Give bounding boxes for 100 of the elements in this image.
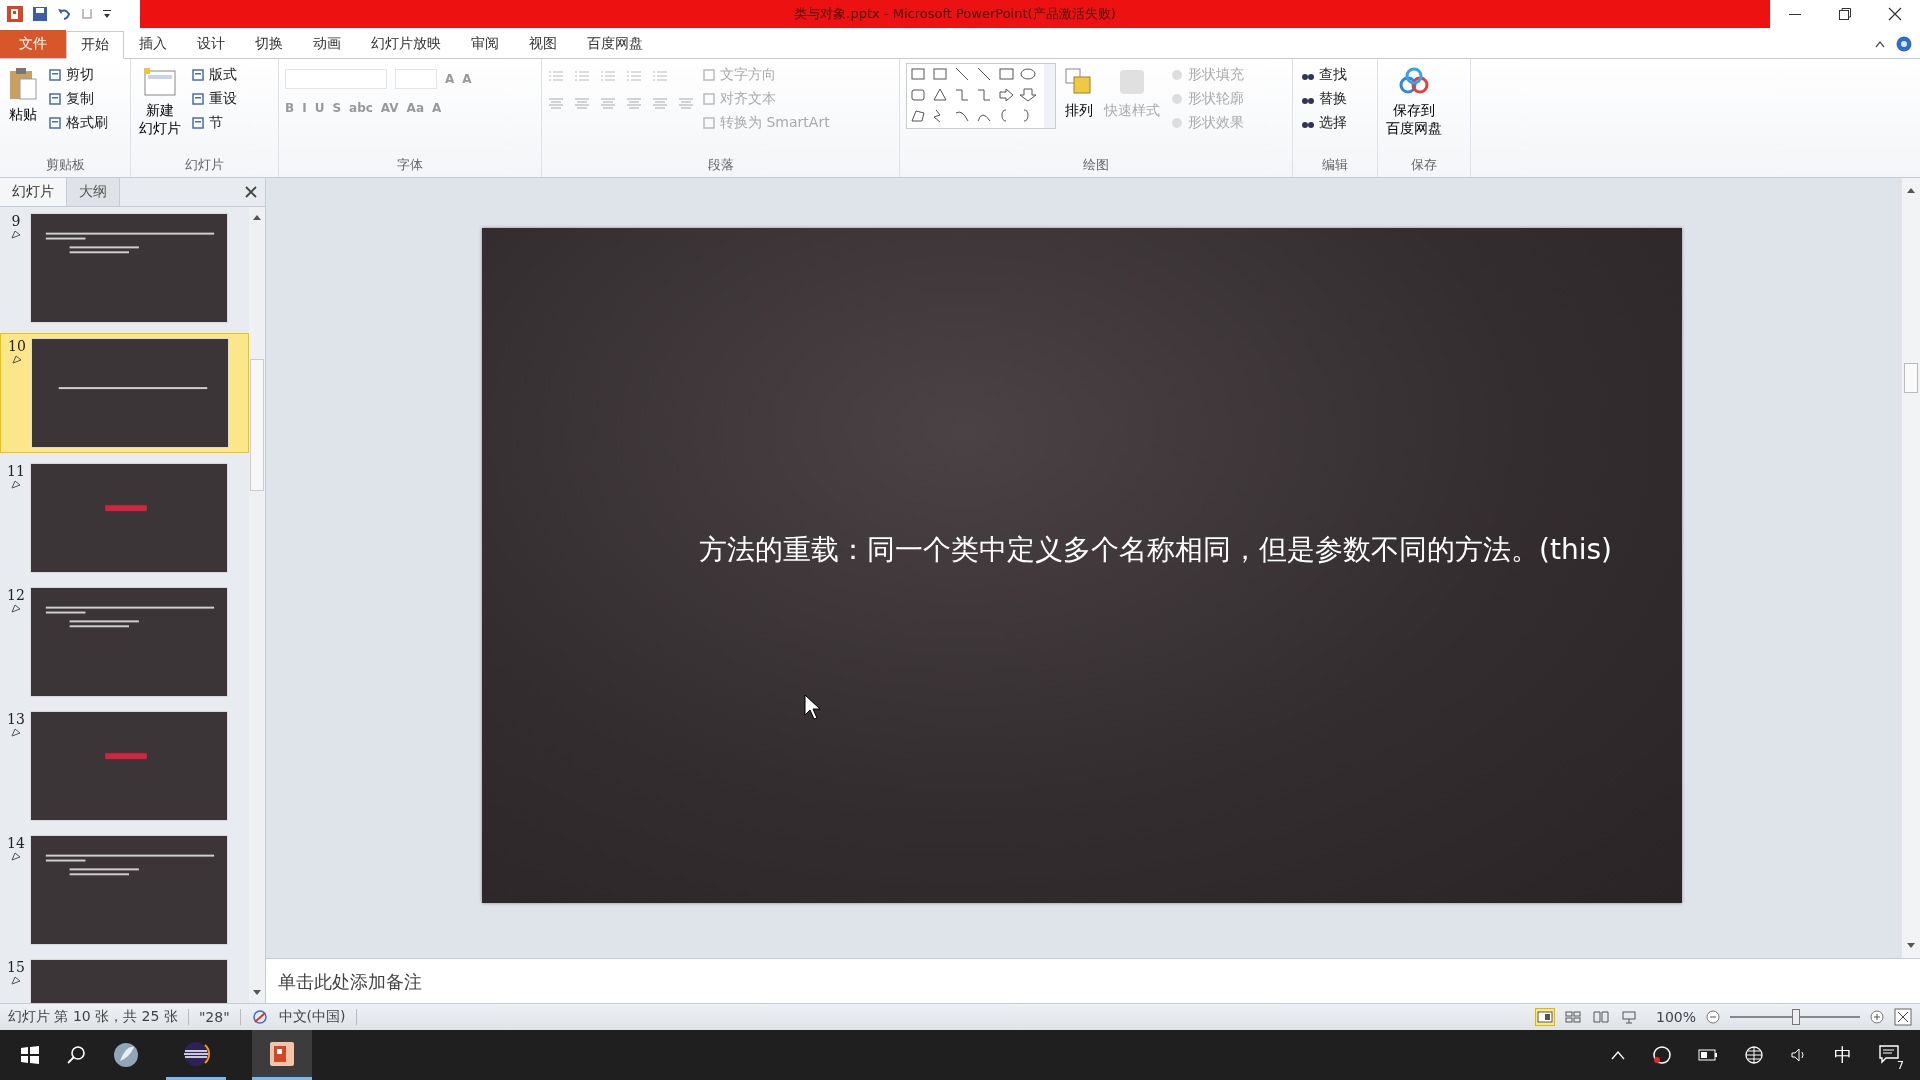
slide-number: 13 — [7, 711, 25, 727]
panel-tab[interactable]: 大纲 — [67, 178, 120, 206]
ribbon-button[interactable]: 替换 — [1299, 89, 1349, 109]
ribbon-tab[interactable]: 开始 — [66, 31, 124, 59]
command-icon — [48, 92, 62, 106]
zoom-level[interactable]: 100% — [1655, 1009, 1696, 1025]
spelling-icon[interactable] — [250, 1010, 269, 1024]
scroll-down-icon[interactable] — [252, 989, 262, 997]
slide-row[interactable]: 14 — [0, 831, 249, 949]
clipboard-icon — [8, 67, 38, 101]
file-tab[interactable]: 文件 — [0, 30, 66, 58]
group-label: 幻灯片 — [184, 156, 225, 174]
command-icon — [1170, 92, 1184, 106]
selected-slide-row[interactable]: 10 — [0, 333, 249, 453]
large-ribbon-button[interactable]: 排列 — [1062, 63, 1096, 123]
ribbon-tab[interactable]: 切换 — [240, 30, 298, 58]
window-title: 类与对象.pptx - Microsoft PowerPoint(产品激活失败) — [794, 5, 1116, 23]
large-ribbon-button[interactable]: 保存到 百度网盘 — [1384, 63, 1444, 141]
ribbon-tab[interactable]: 插入 — [124, 30, 182, 58]
quick-styles-icon — [1117, 67, 1147, 97]
zoom-slider-thumb[interactable] — [1792, 1009, 1800, 1025]
group-label: 段落 — [706, 156, 735, 174]
command-icon — [191, 116, 205, 130]
slide-thumbnail[interactable] — [31, 338, 229, 448]
mouse-pointer-icon — [804, 694, 822, 720]
close-icon[interactable] — [245, 186, 257, 198]
large-ribbon-button[interactable]: 粘贴 — [6, 63, 40, 127]
command-icon — [48, 116, 62, 130]
restore-icon[interactable] — [1838, 7, 1852, 21]
ribbon-button[interactable]: 复制 — [46, 89, 110, 109]
input-method-label[interactable]: 中 — [1834, 1043, 1852, 1067]
slide-row[interactable]: 11 — [0, 459, 249, 577]
scroll-thumb[interactable] — [250, 359, 264, 491]
slide-count: 幻灯片 第 10 张，共 25 张 — [8, 1008, 178, 1026]
slide-text: 方法的重载：同一个类中定义多个名称相同，但是参数不同的方法。(this) — [699, 531, 1612, 568]
command-icon — [191, 92, 205, 106]
close-icon[interactable] — [1888, 7, 1902, 21]
ribbon-tab[interactable]: 设计 — [182, 30, 240, 58]
slide-row[interactable]: 9 — [0, 209, 249, 327]
zoom-in-icon[interactable] — [1870, 1010, 1884, 1024]
large-ribbon-button[interactable]: 新建 幻灯片 — [137, 63, 183, 141]
slide-thumbnail[interactable] — [30, 463, 228, 573]
slideshow-icon[interactable] — [1619, 1009, 1638, 1025]
fit-to-window-icon[interactable] — [1894, 1008, 1912, 1026]
notes-field[interactable]: 单击此处添加备注 — [266, 958, 1920, 1003]
tray-app-icon[interactable] — [1652, 1045, 1672, 1065]
undo-icon[interactable] — [56, 6, 72, 22]
battery-icon[interactable] — [1698, 1048, 1718, 1062]
book-icon[interactable] — [1591, 1009, 1610, 1025]
ribbon-button[interactable]: 节 — [189, 113, 239, 133]
slide-thumbnail[interactable] — [30, 587, 228, 697]
grid-view-icon[interactable] — [1563, 1009, 1582, 1025]
notification-icon[interactable] — [1878, 1042, 1900, 1065]
windows-start-icon[interactable] — [20, 1045, 40, 1065]
ribbon-button[interactable]: 版式 — [189, 65, 239, 85]
ribbon-button[interactable]: 格式刷 — [46, 113, 110, 133]
slide-number: 12 — [7, 587, 25, 603]
panel-tab[interactable]: 幻灯片 — [0, 178, 67, 206]
ribbon-button[interactable]: 选择 — [1299, 113, 1349, 133]
slide-row[interactable]: 15 — [0, 955, 249, 1003]
language-label[interactable]: 中文(中国) — [278, 1008, 346, 1026]
slide-row[interactable]: 13 — [0, 707, 249, 825]
command-icon — [702, 92, 716, 106]
shapes-gallery-drawing[interactable] — [906, 63, 1056, 129]
font-field[interactable] — [285, 69, 387, 89]
save-icon[interactable] — [32, 6, 48, 22]
ribbon-button[interactable]: 查找 — [1299, 65, 1349, 85]
command-icon — [702, 68, 716, 82]
font-size-field[interactable] — [395, 69, 437, 89]
ribbon-tab[interactable]: 动画 — [298, 30, 356, 58]
search-icon[interactable] — [66, 1045, 86, 1065]
group-label: 编辑 — [1321, 156, 1349, 174]
powerpoint-icon[interactable] — [268, 1039, 296, 1068]
scroll-up-icon[interactable] — [252, 213, 262, 221]
group-label: 绘图 — [1082, 156, 1110, 174]
eclipse-icon[interactable] — [181, 1039, 211, 1068]
normal-view-icon[interactable] — [1535, 1009, 1554, 1025]
zoom-out-icon[interactable] — [1706, 1010, 1720, 1024]
scroll-thumb[interactable] — [1904, 363, 1918, 393]
ribbon-tab[interactable]: 审阅 — [456, 30, 514, 58]
slide-thumbnail[interactable] — [30, 711, 228, 821]
slide-number: 15 — [7, 959, 25, 975]
command-icon — [191, 68, 205, 82]
ribbon-button[interactable]: 重设 — [189, 89, 239, 109]
slide-number: 11 — [7, 463, 25, 479]
ribbon-button[interactable]: 剪切 — [46, 65, 110, 85]
globe-icon[interactable] — [1744, 1045, 1764, 1065]
slide-thumbnail[interactable] — [30, 835, 228, 945]
collapse-ribbon-icon[interactable] — [1874, 39, 1886, 49]
slide-row[interactable]: 12 — [0, 583, 249, 701]
help-icon[interactable] — [1896, 36, 1912, 52]
feather-app-icon[interactable] — [112, 1041, 140, 1069]
chevron-up-icon[interactable] — [1610, 1049, 1626, 1061]
slide-thumbnail[interactable] — [30, 213, 228, 323]
ribbon-tab[interactable]: 百度网盘 — [572, 30, 658, 58]
slide-number: 9 — [11, 213, 21, 229]
scroll-down-icon[interactable] — [1906, 942, 1916, 950]
ribbon-tab[interactable]: 视图 — [514, 30, 572, 58]
ribbon-tab[interactable]: 幻灯片放映 — [356, 30, 456, 58]
scroll-up-icon[interactable] — [1906, 186, 1916, 194]
